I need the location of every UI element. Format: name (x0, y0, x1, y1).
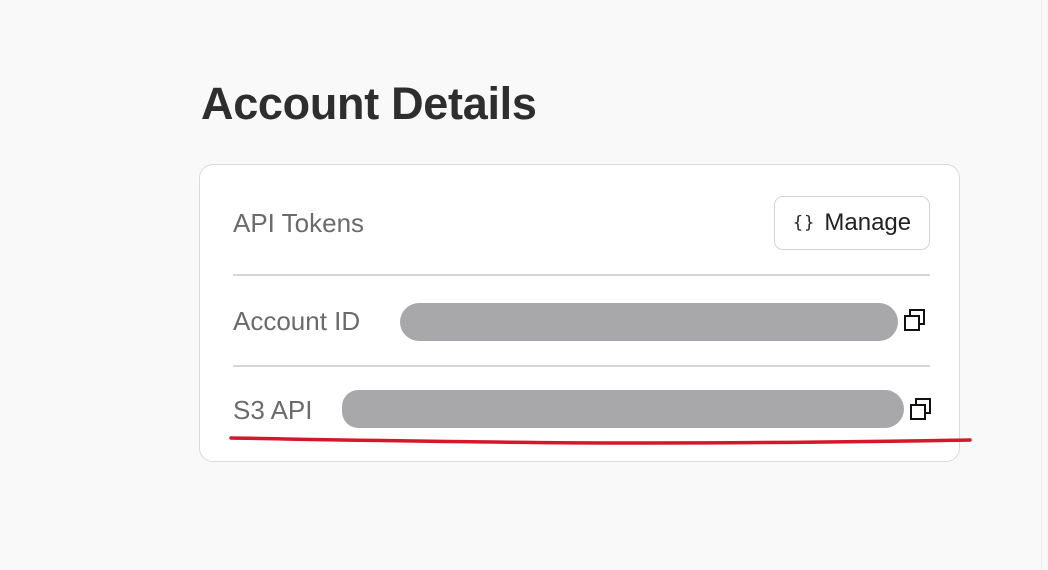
page-title: Account Details (201, 78, 537, 129)
copy-account-id-icon[interactable] (902, 307, 928, 333)
api-tokens-label: API Tokens (233, 208, 365, 238)
s3-api-value-redacted (342, 390, 904, 428)
account-details-card: API Tokens {} Manage Account ID S3 API (199, 164, 960, 462)
account-id-value-redacted (400, 303, 898, 341)
manage-tokens-button[interactable]: {} Manage (774, 196, 930, 250)
account-id-label: Account ID (233, 306, 361, 336)
page: Account Details API Tokens {} Manage Acc… (0, 0, 1048, 570)
s3-api-label: S3 API (233, 395, 313, 425)
copy-s3-api-icon[interactable] (908, 396, 934, 422)
manage-button-label: Manage (824, 209, 912, 236)
red-annotation-underline (229, 436, 972, 445)
braces-icon: {} (792, 213, 816, 233)
divider (233, 365, 930, 367)
scrollbar-edge (1041, 0, 1042, 570)
divider (233, 274, 930, 276)
